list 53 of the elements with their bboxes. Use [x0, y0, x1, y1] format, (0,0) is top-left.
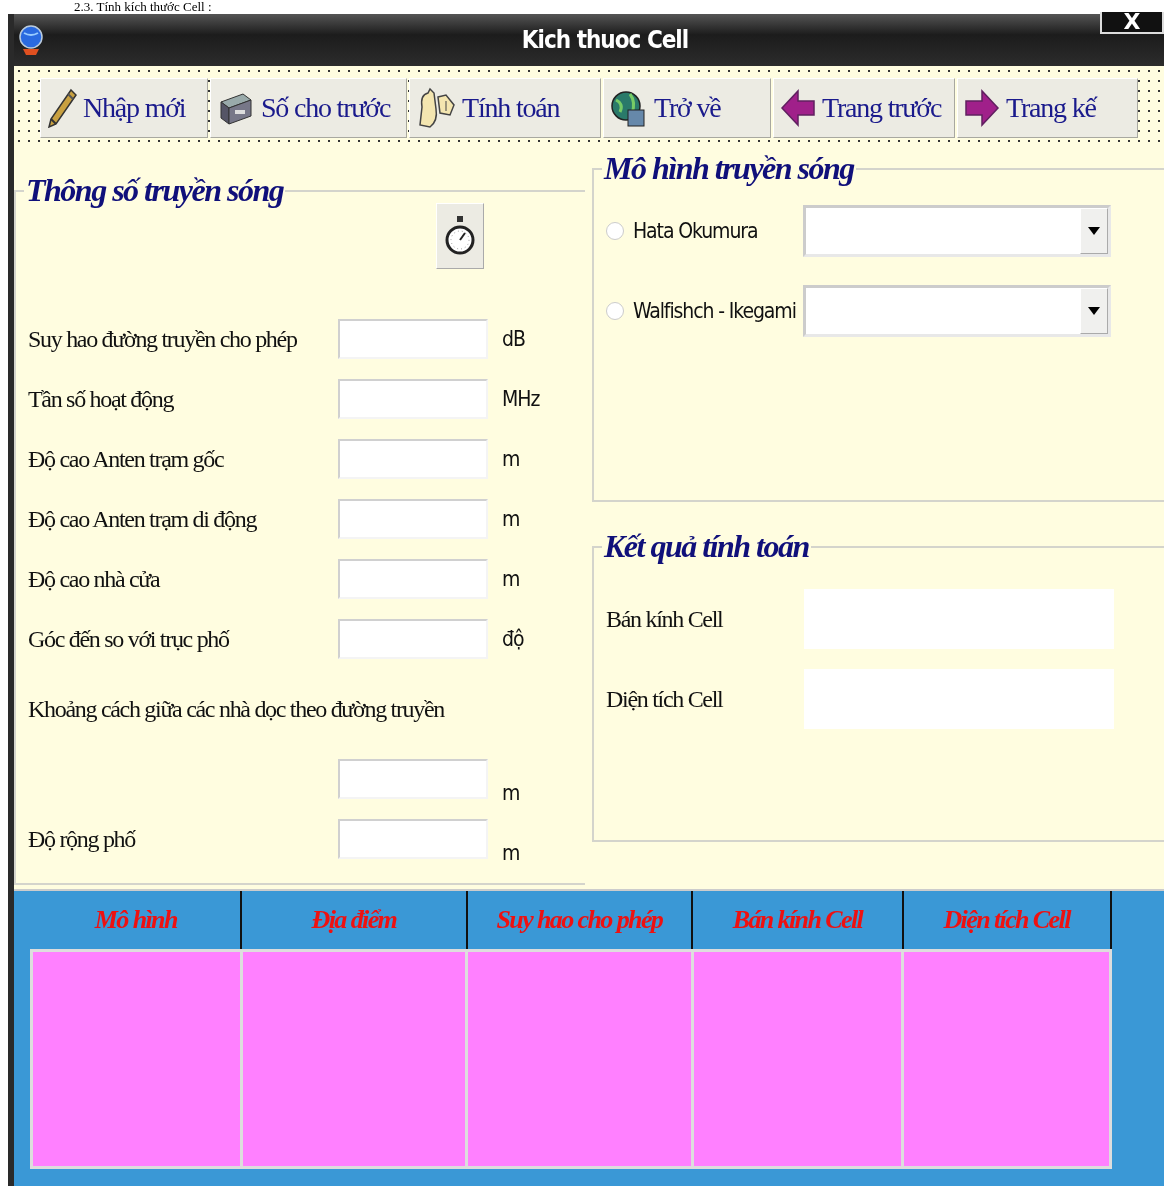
input-field[interactable] [338, 319, 488, 359]
input-field[interactable] [338, 379, 488, 419]
cabinet-icon [217, 90, 255, 126]
unit-label: m [502, 567, 520, 591]
unit-label: m [502, 841, 520, 867]
unit-label: dB [502, 327, 525, 351]
unit-label: m [502, 507, 520, 531]
field-label: Độ cao Anten trạm di động [28, 505, 258, 533]
group-title: Mô hình truyền sóng [602, 150, 856, 187]
pencil-icon [47, 88, 77, 128]
field-label: Độ cao nhà cửa [28, 565, 161, 593]
unit-label: độ [502, 627, 524, 651]
right-arrow-icon [964, 88, 1000, 128]
dropdown-button[interactable] [1080, 288, 1108, 334]
caret-icon [1088, 227, 1100, 235]
toolbar-button[interactable]: Tính toán [409, 78, 601, 138]
dropdown-button[interactable] [1080, 208, 1108, 254]
input-field[interactable] [338, 619, 488, 659]
unit-label: m [502, 781, 520, 807]
input-field[interactable] [338, 819, 488, 859]
result-label: Bán kính Cell [606, 605, 724, 633]
toolbar-button[interactable]: Trang kế [957, 78, 1138, 138]
field-label: Tần số hoạt động [28, 385, 175, 413]
group-title: Thông số truyền sóng [25, 172, 285, 209]
caret-icon [1088, 307, 1100, 315]
toolbar-button[interactable]: Trở về [603, 78, 771, 138]
close-button[interactable]: X [1100, 12, 1164, 34]
timer-button[interactable] [436, 203, 484, 269]
toolbar-button[interactable]: Nhập mới [40, 78, 208, 138]
group-title: Kết quả tính toán [602, 528, 810, 565]
dropdown-field[interactable] [803, 285, 1111, 337]
input-field[interactable] [338, 439, 488, 479]
field-label: Góc đến so với trục phố [28, 625, 231, 653]
unit-label: MHz [502, 387, 540, 411]
dropdown-field[interactable] [803, 205, 1111, 257]
radio-label[interactable]: Walfishch - Ikegami [633, 299, 803, 323]
document-heading: 2.3. Tính kích thước Cell : [73, 0, 213, 14]
radio-button[interactable] [606, 302, 624, 320]
field-label: Suy hao đường truyền cho phép [28, 325, 298, 353]
input-field[interactable] [338, 759, 488, 799]
toolbar-button[interactable]: Trang trước [773, 78, 955, 138]
field-label: Khoảng cách giữa các nhà dọc theo đường truyền [28, 695, 446, 724]
field-label: Độ cao Anten trạm gốc [28, 445, 225, 473]
result-label: Diện tích Cell [606, 685, 724, 713]
unit-label: m [502, 447, 520, 471]
radio-label[interactable]: Hata Okumura [633, 219, 803, 243]
field-label: Độ rộng phố [28, 825, 137, 853]
radio-button[interactable] [606, 222, 624, 240]
left-arrow-icon [780, 88, 816, 128]
window-title: Kich thuoc Cell [520, 26, 690, 54]
input-field[interactable] [338, 559, 488, 599]
toolbar-button[interactable]: Số cho trước [210, 78, 407, 138]
input-field[interactable] [338, 499, 488, 539]
